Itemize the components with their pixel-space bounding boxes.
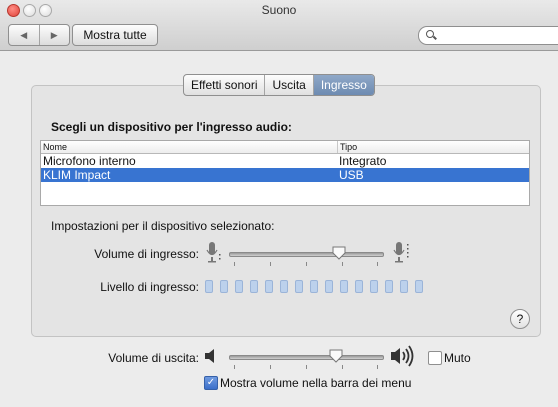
- input-level-segment: [220, 280, 228, 293]
- table-row-selected[interactable]: KLIM Impact USB: [41, 168, 529, 182]
- tab-output[interactable]: Uscita: [265, 75, 314, 95]
- input-level-segment: [400, 280, 408, 293]
- input-level-segment: [265, 280, 273, 293]
- help-button[interactable]: ?: [510, 309, 530, 329]
- device-type: USB: [339, 168, 364, 182]
- microphone-low-icon: [206, 242, 221, 263]
- speaker-low-icon: [205, 349, 214, 363]
- back-button[interactable]: ◀: [9, 25, 39, 45]
- input-level-label: Livello di ingresso:: [100, 280, 199, 294]
- search-field[interactable]: [418, 26, 558, 45]
- output-volume-slider[interactable]: [229, 355, 384, 360]
- selected-device-settings-label: Impostazioni per il dispositivo selezion…: [51, 219, 275, 233]
- sound-preferences-window: Suono ◀ ▶ Mostra tutte Effetti sonori Us…: [0, 0, 558, 407]
- output-volume-label: Volume di uscita:: [108, 351, 199, 365]
- table-row[interactable]: Microfono interno Integrato: [41, 154, 529, 168]
- input-device-heading: Scegli un dispositivo per l'ingresso aud…: [51, 120, 292, 134]
- device-name: KLIM Impact: [43, 168, 111, 182]
- tab-input[interactable]: Ingresso: [313, 75, 374, 95]
- window-title: Suono: [261, 3, 297, 17]
- input-level-segment: [295, 280, 303, 293]
- input-device-table: Nome Tipo Microfono interno Integrato KL…: [40, 140, 530, 206]
- input-level-segment: [280, 280, 288, 293]
- input-volume-label: Volume di ingresso:: [94, 247, 199, 261]
- input-level-segment: [415, 280, 423, 293]
- input-level-segment: [355, 280, 363, 293]
- show-all-button[interactable]: Mostra tutte: [72, 24, 158, 46]
- input-volume-slider[interactable]: [229, 252, 384, 257]
- tab-sound-effects[interactable]: Effetti sonori: [184, 75, 266, 95]
- input-volume-thumb[interactable]: [332, 246, 346, 260]
- column-header-type[interactable]: Tipo: [338, 141, 357, 153]
- navigation-buttons: ◀ ▶: [8, 24, 70, 46]
- mute-label: Muto: [444, 351, 471, 365]
- input-level-segment: [325, 280, 333, 293]
- input-level-segment: [250, 280, 258, 293]
- mute-checkbox[interactable]: [428, 351, 442, 365]
- column-header-name[interactable]: Nome: [41, 141, 338, 153]
- input-level-segment: [385, 280, 393, 293]
- output-volume-thumb[interactable]: [329, 349, 343, 363]
- input-level-segment: [370, 280, 378, 293]
- speaker-high-icon: [391, 345, 414, 367]
- show-volume-in-menu-bar-checkbox[interactable]: ✓: [204, 376, 218, 390]
- input-level-meter: [205, 280, 423, 293]
- tab-bar: Effetti sonori Uscita Ingresso: [183, 74, 375, 96]
- device-type: Integrato: [339, 154, 387, 168]
- title-bar: Suono ◀ ▶ Mostra tutte: [0, 0, 558, 51]
- input-level-segment: [205, 280, 213, 293]
- device-name: Microfono interno: [43, 154, 136, 168]
- input-level-segment: [340, 280, 348, 293]
- forward-button[interactable]: ▶: [40, 25, 70, 45]
- input-level-segment: [235, 280, 243, 293]
- microphone-high-icon: [393, 242, 409, 263]
- input-level-segment: [310, 280, 318, 293]
- table-header: Nome Tipo: [41, 141, 529, 154]
- show-volume-in-menu-bar-label: Mostra volume nella barra dei menu: [220, 376, 412, 390]
